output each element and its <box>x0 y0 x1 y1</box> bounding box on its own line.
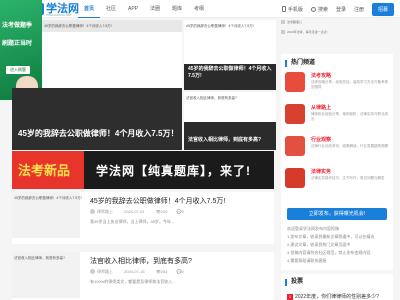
vote-title: 投票 <box>285 279 303 286</box>
channel-desc: 法律实务操作技巧，文书写作，常见问题与解答 <box>311 176 385 180</box>
register-link[interactable]: 注册 <box>354 6 364 13</box>
article-meta: 律师路上 2024-07-01 👁249 💬0 <box>90 209 184 215</box>
publish-note: 2.建议文章，收录到热门文章页面中 <box>287 242 351 247</box>
hot-channels-title: 热门频道 <box>285 60 315 67</box>
article-views: 254 <box>160 269 168 274</box>
channel-icon <box>285 104 305 124</box>
channel-desc: 律师执业经验分享，案例剖析，法律实务与职业成长 <box>311 112 388 121</box>
featured-right-top-title: 45岁的我辞去公职做律师！4个月收入7.5万! <box>188 66 272 79</box>
nav-circle[interactable]: 法圈 <box>144 0 166 18</box>
article-comments: 0 <box>181 209 184 214</box>
mobile-icon <box>281 6 286 12</box>
publish-note: 4.需要帮助请联系客服 <box>287 258 327 263</box>
channel-name[interactable]: 从律路上 <box>311 104 331 111</box>
featured-main-title: 45岁的我辞去公职做律师！4个月收入7.5万！ <box>18 129 179 138</box>
channel-name[interactable]: 法考攻略 <box>311 72 331 79</box>
channel-desc: 法律行业动态资讯，政策解读，行业发展趋势观察 <box>311 144 388 148</box>
avatar <box>90 269 95 275</box>
left-float-ad[interactable]: 法考做题季 刷题正当时 进入刷题 <box>0 0 42 100</box>
logo-subtext: XUEFAWANG.NET <box>46 13 72 17</box>
main-nav: 首页 社区 APP 法圈 题库 考纲 <box>78 0 210 18</box>
channel-icon <box>285 136 305 156</box>
channel-item[interactable]: 从律路上 律师执业经验分享，案例剖析，法律实务与职业成长 <box>285 102 389 130</box>
article-views: 249 <box>160 209 168 214</box>
article-title[interactable]: 法官收入相比律师，到底有多高? <box>90 256 192 266</box>
publish-note: 1.发布文章，收录到最新文章频道中，可以在精选 <box>287 234 375 239</box>
ad-line2: 刷题正当时 <box>2 41 33 47</box>
nav-app[interactable]: APP <box>122 0 144 18</box>
article-date: 2024-07-01 <box>124 209 145 214</box>
article-thumb-caption: 法官收入相比律师，到底有多高? <box>14 256 65 260</box>
channel-icon <box>285 168 305 188</box>
channel-item[interactable]: 法律实务 法律实务操作技巧，文书写作，常见问题与解答 <box>285 166 389 194</box>
nav-syllabus[interactable]: 考纲 <box>188 0 210 18</box>
nav-question-bank[interactable]: 题库 <box>166 0 188 18</box>
featured-main-image[interactable]: 45岁的我辞去公职做律师！4个月收入7.5万！ <box>12 88 182 150</box>
article-summary: 我49岁当上执业律师，当上律师，45岁，今年... <box>90 219 175 224</box>
ad-line1: 法考做题季 <box>2 23 33 29</box>
featured-main-caption: 45岁的我辞去公职做律师！4个月收入7.5万! <box>44 24 112 28</box>
promo-banner[interactable]: 法考新品 学法网【纯真题库】，来了! <box>12 151 274 189</box>
search-label: 搜索 <box>317 6 328 13</box>
publish-note: 欢迎登录学法网发布内容投稿 <box>287 226 339 231</box>
mobile-label: 手机版 <box>287 6 303 13</box>
avatar <box>90 209 95 215</box>
banner-main-text: 学法网【纯真题库】，来了! <box>96 164 251 178</box>
nav-community[interactable]: 社区 <box>100 0 122 18</box>
list-item[interactable]: 法官收入相比律师，到底有多高? 法官收入相比律师，到底有多高? 律师路上 202… <box>12 252 274 300</box>
top-nav-bar: 学法网 XUEFAWANG.NET 首页 社区 APP 法圈 题库 考纲 手机版… <box>0 0 400 18</box>
article-summary: 有100%的律师类文，都要提及律师和法官收入... <box>90 279 176 284</box>
search-link[interactable]: 搜索 <box>310 6 328 13</box>
side-thumb-caption[interactable]: 2020年法考，每月走进一点点! <box>287 30 328 34</box>
login-link[interactable]: 登录 <box>336 6 346 13</box>
recruit-button[interactable]: 招募 <box>371 2 394 16</box>
featured-right-top-caption: 45岁的我辞去公职做律师！4个月收入7.5万! <box>186 24 254 28</box>
channel-desc: 法考攻略分享，经验总结，高效学习方法与备考规划指导 <box>311 80 388 89</box>
article-title[interactable]: 45岁的我辞去公职做律师！4个月收入7.5万! <box>90 196 225 206</box>
article-author[interactable]: 律师路上 <box>97 209 113 214</box>
featured-right-top-card[interactable]: 45岁的我辞去公职做律师！4个月收入7.5万! 45岁的我辞去公职做律师！4个月… <box>184 20 276 90</box>
side-thumb-caption[interactable]: 法考趣事儿 <box>287 20 302 24</box>
featured-right-bottom-caption: 法官收入相比律师，到底有多高? <box>186 96 237 100</box>
article-meta: 律师路上 2024-07-16 👁254 💬0 <box>90 269 184 275</box>
vote-item-label[interactable]: 2022年度，你们律律师的性别差多少? <box>295 294 379 300</box>
nav-home[interactable]: 首页 <box>78 0 100 18</box>
article-author[interactable]: 律师路上 <box>97 269 113 274</box>
mobile-link[interactable]: 手机版 <box>281 6 303 13</box>
featured-right-bottom-card[interactable]: 法官收入相比律师，到底有多高? 法官收入相比律师，到底有多高? <box>184 92 276 150</box>
article-date: 2024-07-16 <box>124 269 145 274</box>
channel-name[interactable]: 行业观察 <box>311 136 331 143</box>
article-thumb-caption: 45岁的我辞去公职做律师！4个月收入7.5万! <box>14 196 82 200</box>
channel-icon <box>285 72 305 92</box>
list-item[interactable]: 45岁的我辞去公职做律师！4个月收入7.5万! 45岁的我辞去公职做律师！4个月… <box>12 192 274 244</box>
ad-button[interactable]: 进入刷题 <box>6 66 30 74</box>
sidebar-thumbs: 法考趣事儿 2020年法考，每月走进一点点! <box>281 20 393 50</box>
article-comments: 0 <box>181 269 184 274</box>
header-tools: 手机版 搜索 登录 注册 招募 <box>281 0 400 18</box>
search-icon <box>310 6 316 12</box>
thumb-icon <box>281 30 285 34</box>
channel-name[interactable]: 法律实务 <box>311 168 331 175</box>
publish-note: 3.投稿内容请符合社区规范，禁止发布违规内容 <box>287 250 371 255</box>
hot-channels-panel: 热门频道 法考攻略 法考攻略分享，经验总结，高效学习方法与备考规划指导 从律路上… <box>281 54 393 204</box>
vote-rank: 1 <box>287 294 293 300</box>
thumb-icon <box>281 20 285 24</box>
channel-item[interactable]: 行业观察 法律行业动态资讯，政策解读，行业发展趋势观察 <box>285 134 389 162</box>
publish-button[interactable]: 立即发布，获得曝光机会! <box>287 208 387 220</box>
channel-item[interactable]: 法考攻略 法考攻略分享，经验总结，高效学习方法与备考规划指导 <box>285 70 389 98</box>
banner-tag: 法考新品 <box>18 163 71 178</box>
featured-right-bottom-title: 法官收入相比律师，到底有多高? <box>188 137 262 143</box>
vote-item[interactable]: 1 2022年度，你们律律师的性别差多少? <box>287 293 379 300</box>
